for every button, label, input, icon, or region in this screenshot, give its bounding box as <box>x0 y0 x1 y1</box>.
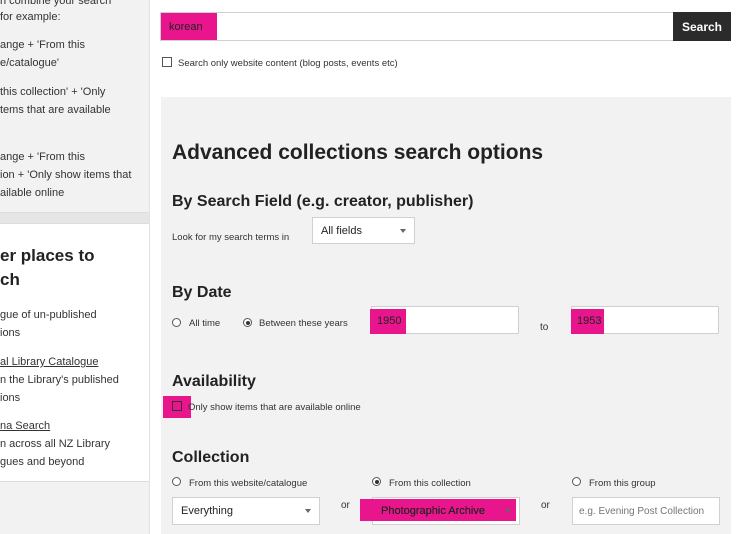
chevron-down-icon <box>505 509 511 513</box>
tip-line: for example: <box>0 11 61 23</box>
group-scope-label: From this group <box>589 478 656 489</box>
availability-heading: Availability <box>172 373 256 390</box>
or-label: or <box>341 500 350 511</box>
search-button[interactable]: Search <box>673 12 731 41</box>
by-date-heading: By Date <box>172 284 232 301</box>
online-only-label: Only show items that are available onlin… <box>188 402 361 413</box>
group-scope-radio[interactable] <box>572 477 581 486</box>
chevron-down-icon <box>400 228 406 233</box>
year-to-value: 1953 <box>577 315 602 327</box>
digitalnz-search-link[interactable]: na Search <box>0 419 50 433</box>
website-scope-radio[interactable] <box>172 477 181 486</box>
collection-scope-label: From this collection <box>389 478 471 489</box>
other-place-desc: ions <box>0 392 21 404</box>
other-place-desc: gue of un-published <box>0 309 97 321</box>
between-years-label: Between these years <box>259 318 348 329</box>
sidebar: n combine your search for example: ange … <box>0 0 150 534</box>
tip-line: e/catalogue' <box>0 57 59 69</box>
website-only-label: Search only website content (blog posts,… <box>178 58 398 69</box>
by-field-heading: By Search Field (e.g. creator, publisher… <box>172 193 474 210</box>
between-years-radio[interactable] <box>243 318 252 327</box>
other-places-heading: ch <box>0 270 20 289</box>
or-label: or <box>541 500 550 511</box>
collection-scope-radio[interactable] <box>372 477 381 486</box>
search-tips-box: n combine your search for example: ange … <box>0 0 149 212</box>
other-place-desc: ions <box>0 327 21 339</box>
website-only-checkbox[interactable] <box>162 57 172 67</box>
group-input[interactable] <box>572 497 720 525</box>
collection-heading: Collection <box>172 449 250 466</box>
tip-line: ion + 'Only show items that <box>0 169 132 181</box>
website-select-value: Everything <box>181 505 233 517</box>
tip-line: this collection' + 'Only <box>0 86 106 98</box>
year-from-value: 1950 <box>377 315 402 327</box>
other-places-heading: er places to <box>0 246 95 265</box>
collection-select-value-overlay: Photographic Archive <box>381 505 485 517</box>
by-field-label: Look for my search terms in <box>172 232 290 243</box>
other-place-desc: n the Library's published <box>0 374 119 386</box>
website-scope-label: From this website/catalogue <box>189 478 308 489</box>
sidebar-divider <box>0 212 149 224</box>
to-label: to <box>540 322 549 333</box>
all-time-radio[interactable] <box>172 318 181 327</box>
tip-line: tems that are available <box>0 104 111 116</box>
tip-line: ailable online <box>0 187 65 199</box>
other-place-desc: gues and beyond <box>0 456 85 468</box>
advanced-title: Advanced collections search options <box>172 141 544 164</box>
field-select-value: All fields <box>321 224 362 237</box>
tip-line: n combine your search <box>0 0 112 7</box>
library-catalogue-link[interactable]: al Library Catalogue <box>0 355 98 369</box>
other-places-box: er places to ch gue of un-published ions… <box>0 224 149 482</box>
tip-line: ange + 'From this <box>0 39 85 51</box>
search-input[interactable] <box>160 12 674 41</box>
tip-line: ange + 'From this <box>0 151 85 163</box>
online-only-checkbox[interactable] <box>172 401 182 411</box>
field-select[interactable]: All fields <box>312 217 415 244</box>
chevron-down-icon <box>305 509 311 513</box>
website-select[interactable]: Everything <box>172 497 320 525</box>
other-place-desc: n across all NZ Library <box>0 438 111 450</box>
all-time-label: All time <box>189 318 221 329</box>
